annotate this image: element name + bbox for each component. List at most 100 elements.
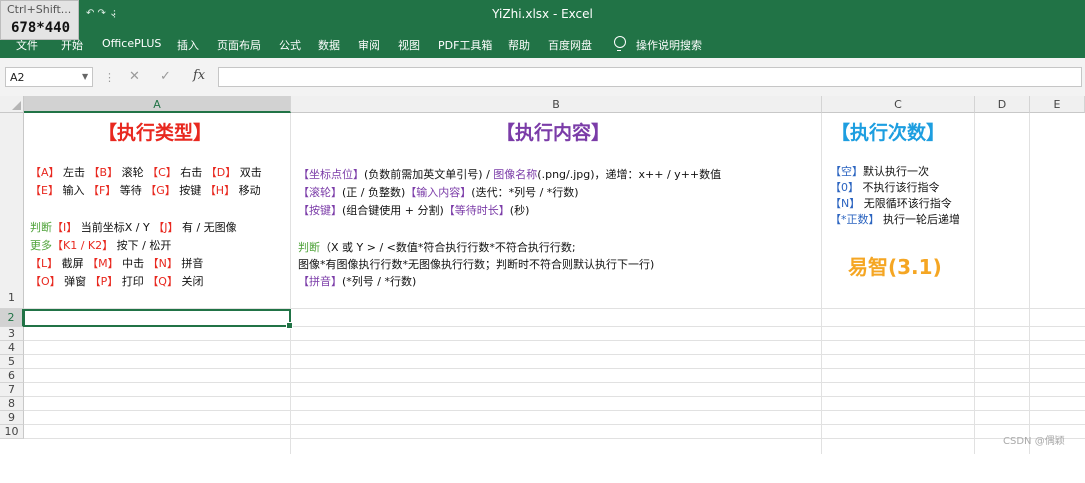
brand-label: 易智(3.1) (848, 255, 942, 279)
row-header-3[interactable]: 3 (0, 327, 24, 341)
a1-line: 【L】 截屏 【M】 中击 【N】 拼音 (30, 255, 203, 271)
a1-line: 【E】 输入 【F】 等待 【G】 按键 【H】 移动 (30, 182, 261, 198)
row-header-8[interactable]: 8 (0, 397, 24, 411)
a1-line: 【A】 左击 【B】 滚轮 【C】 右击 【D】 双击 (30, 164, 262, 180)
text-run: 【F】 (87, 184, 117, 197)
watermark: CSDN @偶颖 (1003, 436, 1065, 447)
text-run: 输入 (58, 184, 88, 197)
row-header-9[interactable]: 9 (0, 411, 24, 425)
text-run: 【Q】 (147, 275, 178, 288)
menu-view[interactable]: 视图 (398, 37, 420, 53)
menu-insert[interactable]: 插入 (177, 37, 199, 53)
menu-help[interactable]: 帮助 (508, 37, 530, 53)
text-run: 【滚轮】 (298, 186, 342, 199)
text-run: 图像*有图像执行行数*无图像执行行数；判断时不符合则默认执行下一行) (298, 258, 655, 271)
text-run: 中击 (118, 257, 148, 270)
chevron-down-icon[interactable]: ▼ (82, 72, 88, 81)
text-run: 【D】 (205, 166, 237, 179)
more-icon: ⋮ (104, 71, 115, 84)
text-run: 【A】 (30, 166, 60, 179)
b1-line: 图像*有图像执行行数*无图像执行行数；判断时不符合则默认执行下一行) (298, 256, 654, 272)
menu-pdf-tools[interactable]: PDF工具箱 (438, 37, 492, 53)
text-run: 【M】 (87, 257, 119, 270)
menu-data[interactable]: 数据 (318, 37, 340, 53)
text-run: 【I】 (52, 221, 78, 234)
row-header-1[interactable]: 1 (0, 113, 24, 309)
name-box[interactable]: A2 (5, 67, 93, 87)
text-run: 双击 (236, 166, 262, 179)
selected-cell-a2[interactable] (23, 309, 293, 329)
c1-line: 【N】 无限循环该行指令 (830, 195, 952, 211)
text-run: 截屏 (58, 257, 88, 270)
a1-line: 【O】 弹窗 【P】 打印 【Q】 关闭 (30, 273, 203, 289)
column-header-e[interactable]: E (1030, 96, 1085, 113)
text-run: （X 或 Y > / <数值*符合执行行数*不符合执行行数; (320, 241, 576, 254)
text-run: 默认执行一次 (863, 165, 929, 178)
row-header-10[interactable]: 10 (0, 425, 24, 439)
a1-line: 更多【K1 / K2】 按下 / 松开 (30, 237, 171, 253)
formula-input[interactable] (218, 67, 1082, 87)
menu-officeplus[interactable]: OfficePLUS (102, 37, 161, 50)
cancel-icon[interactable]: ✕ (129, 69, 140, 84)
select-all-corner[interactable] (0, 96, 24, 113)
grid-line (24, 410, 1085, 411)
text-run: 弹窗 (60, 275, 90, 288)
text-run: 移动 (235, 184, 261, 197)
customize-toolbar-icon[interactable]: ⫶ (113, 8, 116, 22)
c1-line: 【空】默认执行一次 (830, 163, 929, 179)
text-run: 【H】 (204, 184, 236, 197)
ribbon-menu: 文件 开始 OfficePLUS 插入 页面布局 公式 数据 审阅 视图 PDF… (0, 30, 1085, 58)
b1-line: 【按键】(组合键使用 + 分割)【等待时长】(秒) (298, 202, 529, 218)
row-header-5[interactable]: 5 (0, 355, 24, 369)
grid-line (24, 340, 1085, 341)
text-run: 按键 (175, 184, 205, 197)
text-run: (正 / 负整数) (342, 186, 406, 199)
grid-line (24, 396, 1085, 397)
row-header-2[interactable]: 2 (0, 309, 24, 327)
text-run: 不执行该行指令 (859, 181, 940, 194)
overlay-size: 678*440 (11, 20, 71, 36)
text-run: 【输入内容】 (405, 186, 472, 199)
c1-line: 【0】 不执行该行指令 (830, 179, 940, 195)
row-header-6[interactable]: 6 (0, 369, 24, 383)
insert-function-icon[interactable]: fx (193, 68, 205, 83)
text-run: (组合键使用 + 分割) (342, 204, 444, 217)
column-header-c[interactable]: C (822, 96, 975, 113)
text-run: (负数前需加英文单引号) / (364, 168, 494, 181)
menu-review[interactable]: 审阅 (358, 37, 380, 53)
tell-me-search[interactable]: 操作说明搜索 (636, 37, 702, 53)
lightbulb-icon[interactable] (614, 36, 626, 51)
row-header-4[interactable]: 4 (0, 341, 24, 355)
text-run: 【O】 (30, 275, 61, 288)
a1-title: 【执行类型】 (98, 122, 213, 144)
c1-line: 【*正数】 执行一轮后递增 (830, 211, 960, 227)
a1-line: 判断【I】 当前坐标X / Y 【J】 有 / 无图像 (30, 219, 237, 235)
b1-line: 【滚轮】(正 / 负整数)【输入内容】(迭代：*列号 / *行数) (298, 184, 579, 200)
b1-title: 【执行内容】 (496, 122, 611, 144)
column-header-b[interactable]: B (291, 96, 822, 113)
text-run: 更多 (30, 239, 52, 252)
text-run: 打印 (118, 275, 148, 288)
text-run: 右击 (176, 166, 206, 179)
text-run: (秒) (509, 204, 530, 217)
enter-icon[interactable]: ✓ (160, 69, 171, 84)
text-run: 【B】 (88, 166, 119, 179)
grid-line (24, 424, 1085, 425)
text-run: 当前坐标X / Y (77, 221, 154, 234)
text-run: (迭代：*列号 / *行数) (471, 186, 579, 199)
text-run: 【G】 (145, 184, 176, 197)
overlay-hint: Ctrl+Shift... (7, 3, 72, 16)
text-run: 【L】 (30, 257, 59, 270)
column-header-a[interactable]: A (24, 96, 291, 113)
text-run: 【P】 (89, 275, 119, 288)
grid-line (974, 113, 975, 454)
b1-line: 判断（X 或 Y > / <数值*符合执行行数*不符合执行行数; (298, 239, 576, 255)
formula-bar: A2 ▼ ⋮ ✕ ✓ fx (0, 58, 1085, 97)
column-header-d[interactable]: D (975, 96, 1030, 113)
menu-page-layout[interactable]: 页面布局 (217, 37, 261, 53)
menu-baidu-netdisk[interactable]: 百度网盘 (548, 37, 592, 53)
grid-line (1029, 113, 1030, 454)
menu-formulas[interactable]: 公式 (279, 37, 301, 53)
row-header-7[interactable]: 7 (0, 383, 24, 397)
text-run: 【J】 (153, 221, 179, 234)
